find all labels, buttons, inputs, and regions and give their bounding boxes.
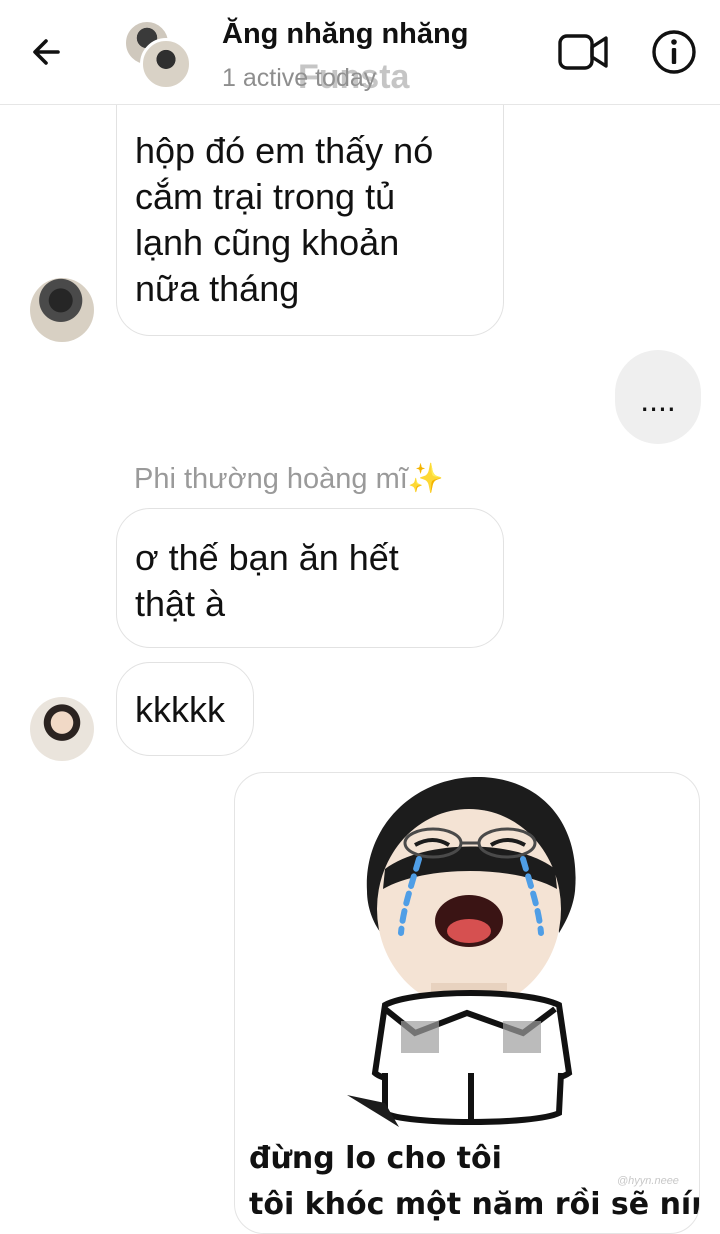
sender-name-text: Phi thường hoàng mĩ <box>134 463 408 495</box>
video-call-icon[interactable] <box>556 28 610 76</box>
sender-name: Phi thường hoàng mĩ✨ <box>134 462 444 496</box>
chat-header: Ăng nhăng nhăng 1 active today Funsta <box>0 0 720 105</box>
message-bubble-incoming[interactable]: kkkkk <box>116 662 254 756</box>
message-bubble-incoming[interactable]: hộp đó em thấy nó cắm trại trong tủ lạnh… <box>116 96 504 336</box>
contact-avatar[interactable] <box>124 20 192 90</box>
info-icon[interactable] <box>650 28 698 76</box>
contact-name[interactable]: Ăng nhăng nhăng <box>222 18 468 51</box>
message-bubble-outgoing[interactable]: .... <box>615 350 701 444</box>
message-text: ơ thế bạn ăn hết thật à <box>135 537 399 624</box>
message-bubble-incoming[interactable]: ơ thế bạn ăn hết thật à <box>116 508 504 648</box>
sticker-caption-line2: tôi khóc một năm rồi sẽ nín <box>249 1187 700 1222</box>
avatar-primary <box>140 38 192 90</box>
sparkles-icon: ✨ <box>407 463 444 495</box>
message-text: hộp đó em thấy nó cắm trại trong tủ lạnh… <box>135 130 434 309</box>
message-text: .... <box>640 382 676 418</box>
sender-avatar[interactable] <box>30 278 94 342</box>
sticker-credit: @hyyn.neee <box>617 1175 679 1187</box>
watermark: Funsta <box>298 58 410 96</box>
sticker-caption-line1: đừng lo cho tôi <box>249 1141 502 1176</box>
back-arrow-icon[interactable] <box>28 30 72 74</box>
sender-avatar[interactable] <box>30 697 94 761</box>
sticker-message[interactable]: đừng lo cho tôi tôi khóc một năm rồi sẽ … <box>234 772 700 1234</box>
message-text: kkkkk <box>135 689 225 730</box>
